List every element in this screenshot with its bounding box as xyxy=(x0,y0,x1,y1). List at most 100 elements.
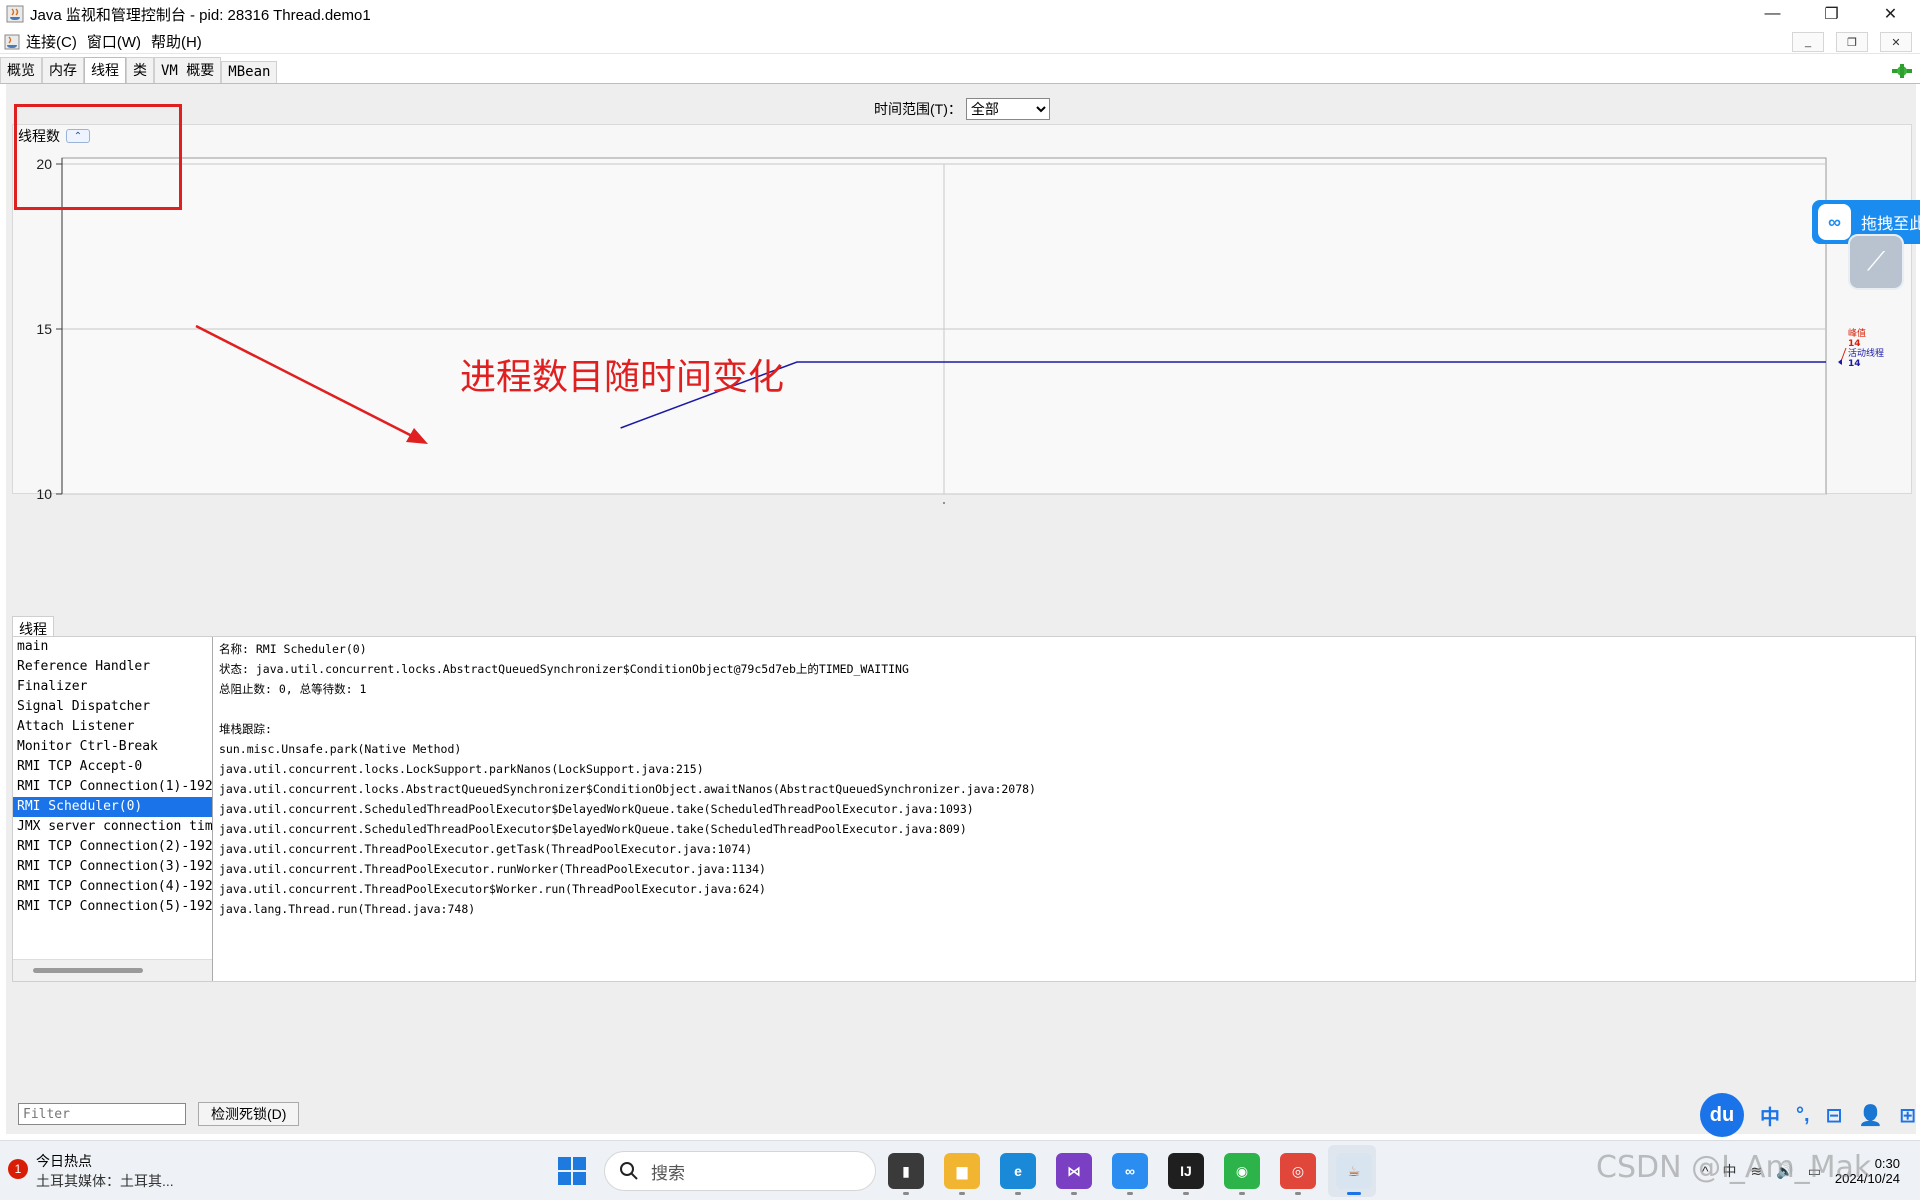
running-indicator xyxy=(1127,1192,1133,1195)
stack-frame: java.util.concurrent.ThreadPoolExecutor.… xyxy=(219,862,766,876)
stack-frame: sun.misc.Unsafe.park(Native Method) xyxy=(219,742,462,756)
restore-button[interactable]: ❐ xyxy=(1802,0,1861,28)
main-panel: 时间范围(T)： 全部 线程数 ⌃ 10152000:30峰值14活动线程14 … xyxy=(6,84,1916,1134)
stack-frame: java.util.concurrent.locks.AbstractQueue… xyxy=(219,782,1036,796)
thread-name-line: 名称: RMI Scheduler(0) xyxy=(219,642,367,656)
tab-bar: 概览 内存 线程 类 VM 概要 MBean xyxy=(0,57,1920,84)
thread-list-item[interactable]: Reference Handler xyxy=(13,657,212,677)
thread-list-item[interactable]: RMI TCP Connection(2)-192 xyxy=(13,837,212,857)
task-view-icon[interactable]: ▮ xyxy=(888,1153,924,1189)
close-button[interactable]: ✕ xyxy=(1861,0,1920,28)
time-range-control: 时间范围(T)： 全部 xyxy=(874,98,1050,120)
inner-close-button[interactable]: ✕ xyxy=(1880,32,1912,52)
ime-user-icon[interactable]: 👤 xyxy=(1858,1103,1883,1128)
thread-detail: 名称: RMI Scheduler(0) 状态: java.util.concu… xyxy=(219,637,1909,981)
stack-frame: java.util.concurrent.locks.LockSupport.p… xyxy=(219,762,704,776)
thread-list-item[interactable]: RMI Scheduler(0) xyxy=(13,797,212,817)
edge-icon[interactable]: e xyxy=(1000,1153,1036,1189)
java-app-icon xyxy=(6,5,24,23)
thread-list[interactable]: main Reference Handler Finalizer Signal Dis… xyxy=(13,637,213,981)
tab-classes[interactable]: 类 xyxy=(126,57,154,83)
file-explorer-icon[interactable]: ▆ xyxy=(944,1153,980,1189)
thread-list-item[interactable]: RMI TCP Connection(5)-192 xyxy=(13,897,212,917)
taskbar-search[interactable]: 搜索 xyxy=(604,1151,876,1191)
stack-frame: java.util.concurrent.ScheduledThreadPool… xyxy=(219,822,967,836)
news-subtitle: 土耳其媒体：土耳其... xyxy=(36,1173,174,1189)
tab-threads[interactable]: 线程 xyxy=(84,57,126,83)
visual-studio-icon[interactable]: ⋈ xyxy=(1056,1153,1092,1189)
menu-bar: 连接(C) 窗口(W) 帮助(H) _ ❐ ✕ xyxy=(0,30,1920,54)
thread-bottom-controls: 检测死锁(D) xyxy=(12,1100,1916,1128)
legend-live-marker xyxy=(1838,359,1842,365)
thread-list-item[interactable]: Monitor Ctrl-Break xyxy=(13,737,212,757)
running-indicator xyxy=(1347,1192,1361,1195)
running-indicator xyxy=(1071,1192,1077,1195)
thread-list-item[interactable]: main xyxy=(13,637,212,657)
windows-start-icon[interactable] xyxy=(556,1155,588,1187)
time-range-label: 时间范围(T)： xyxy=(874,101,962,117)
intellij-icon[interactable]: IJ xyxy=(1168,1153,1204,1189)
ime-toolbar: du 中 °, ⊟ 👤 ⊞ xyxy=(1700,1092,1916,1138)
stack-frame: java.util.concurrent.ThreadPoolExecutor$… xyxy=(219,882,766,896)
thread-list-item[interactable]: Signal Dispatcher xyxy=(13,697,212,717)
connection-status-icon[interactable] xyxy=(1890,62,1914,80)
news-title: 今日热点 xyxy=(36,1153,92,1169)
search-icon xyxy=(620,1162,638,1180)
running-indicator xyxy=(1239,1192,1245,1195)
minimize-button[interactable]: — xyxy=(1743,0,1802,28)
menu-window[interactable]: 窗口(W) xyxy=(87,31,141,52)
running-indicator xyxy=(903,1192,909,1195)
tab-mbean[interactable]: MBean xyxy=(221,61,278,83)
annotation-box xyxy=(14,104,182,210)
chrome-icon[interactable]: ◎ xyxy=(1280,1153,1316,1189)
tab-overview[interactable]: 概览 xyxy=(0,57,42,83)
thread-list-item[interactable]: RMI TCP Connection(1)-192 xyxy=(13,777,212,797)
title-bar: Java 监视和管理控制台 - pid: 28316 Thread.demo1 … xyxy=(0,0,1920,28)
ime-punctuation[interactable]: °, xyxy=(1796,1104,1810,1127)
java-icon[interactable]: ☕ xyxy=(1336,1153,1372,1189)
legend-peak-label: 峰值 xyxy=(1848,327,1866,339)
filter-input[interactable] xyxy=(18,1103,186,1125)
ime-toolbox-icon[interactable]: ⊞ xyxy=(1899,1103,1916,1128)
menu-help[interactable]: 帮助(H) xyxy=(151,31,202,52)
time-range-select[interactable]: 全部 xyxy=(965,98,1050,120)
ime-keyboard-icon[interactable]: ⊟ xyxy=(1826,1103,1843,1128)
legend-live-value: 14 xyxy=(1848,359,1861,369)
thread-list-item[interactable]: Attach Listener xyxy=(13,717,212,737)
thread-list-item[interactable]: RMI TCP Connection(3)-192 xyxy=(13,857,212,877)
news-widget[interactable]: 1 今日热点 土耳其媒体：土耳其... xyxy=(8,1151,174,1191)
ime-chinese-mode[interactable]: 中 xyxy=(1760,1101,1780,1130)
tab-vm-summary[interactable]: VM 概要 xyxy=(154,57,222,83)
y-tick-label: 15 xyxy=(36,321,52,337)
annotation-text: 进程数目随时间变化 xyxy=(460,357,785,398)
thread-count-chart: 10152000:30峰值14活动线程14 xyxy=(36,156,1884,504)
java-menu-icon xyxy=(4,34,20,49)
floating-assistant-icon[interactable]: ⟋ xyxy=(1848,234,1904,290)
stack-trace: sun.misc.Unsafe.park(Native Method) java.… xyxy=(219,739,1909,919)
thread-list-item[interactable]: Finalizer xyxy=(13,677,212,697)
thread-counts-line: 总阻止数: 0, 总等待数: 1 xyxy=(219,682,367,696)
inner-minimize-button[interactable]: _ xyxy=(1792,32,1824,52)
menu-connect[interactable]: 连接(C) xyxy=(26,31,77,52)
drop-widget-label: 拖拽至此 xyxy=(1861,216,1920,233)
thread-list-item[interactable]: JMX server connection tim xyxy=(13,817,212,837)
running-indicator xyxy=(959,1192,965,1195)
inner-window-controls: _ ❐ ✕ xyxy=(1792,32,1912,52)
wechat-icon[interactable]: ◉ xyxy=(1224,1153,1260,1189)
watermark-text: CSDN @I_Am_Mak xyxy=(1596,1150,1872,1185)
stack-frame: java.lang.Thread.run(Thread.java:748) xyxy=(219,902,476,916)
inner-restore-button[interactable]: ❐ xyxy=(1836,32,1868,52)
tab-memory[interactable]: 内存 xyxy=(42,57,84,83)
y-tick-label: 10 xyxy=(36,486,52,502)
baidu-ime-icon[interactable]: du xyxy=(1700,1093,1744,1137)
detect-deadlock-button[interactable]: 检测死锁(D) xyxy=(198,1102,300,1126)
thread-list-item[interactable]: RMI TCP Accept-0 xyxy=(13,757,212,777)
running-indicator xyxy=(1183,1192,1189,1195)
horizontal-scrollbar[interactable] xyxy=(33,968,143,973)
baidu-netdisk-icon[interactable]: ∞ xyxy=(1112,1153,1148,1189)
window-controls: — ❐ ✕ xyxy=(1743,0,1920,28)
thread-list-item[interactable]: RMI TCP Connection(4)-192 xyxy=(13,877,212,897)
stack-frame: java.util.concurrent.ScheduledThreadPool… xyxy=(219,802,974,816)
legend-live-label: 活动线程 xyxy=(1848,347,1884,359)
